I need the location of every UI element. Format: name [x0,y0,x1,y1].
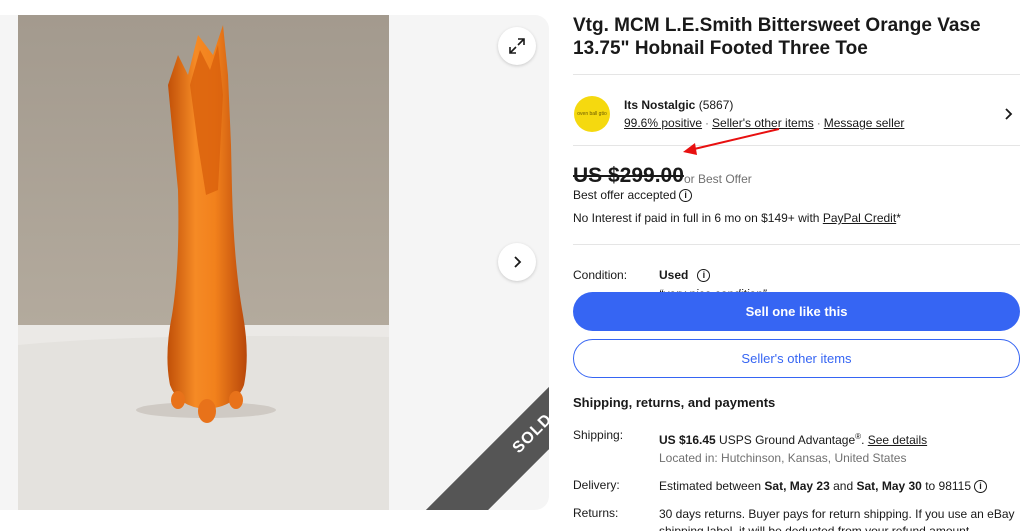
expand-button[interactable] [498,27,536,65]
credit-suffix: * [896,211,901,225]
condition-label: Condition: [573,268,628,282]
paypal-credit-link[interactable]: PayPal Credit [823,211,896,225]
shipping-value: US $16.45 USPS Ground Advantage®. See de… [659,428,1020,449]
price-section: US $299.00 or Best Offer Best offer acce… [573,164,1020,232]
offer-status: Best offer accepted i [573,188,693,202]
sold-ribbon: SOLD [414,315,549,510]
image-gallery: SOLD [0,15,549,510]
info-icon[interactable]: i [679,188,693,202]
shipping-label: Shipping: [573,428,624,442]
divider [573,74,1020,75]
listing-info-panel: Vtg. MCM L.E.Smith Bittersweet Orange Va… [573,0,1020,531]
listing-title: Vtg. MCM L.E.Smith Bittersweet Orange Va… [573,15,981,59]
delivery-end: Sat, May 30 [856,479,922,493]
delivery-label: Delivery: [573,478,620,492]
sellers-other-items-button[interactable]: Seller's other items [573,339,1020,378]
vase-image [18,15,389,510]
seller-chevron-icon[interactable] [1004,107,1014,125]
seller-other-items-link[interactable]: Seller's other items [712,116,814,130]
separator: · [816,116,821,130]
see-details-link[interactable]: See details [868,433,927,447]
seller-card[interactable]: oven ball gtio Its Nostalgic (5867) 99.6… [573,83,1020,145]
condition-value: Used i [659,268,711,282]
separator: · [705,116,710,130]
condition-value-text: Used [659,268,689,282]
seller-links: 99.6% positive · Seller's other items · Mess… [624,116,904,130]
chevron-right-icon [514,256,522,268]
delivery-value: Estimated between Sat, May 23 and Sat, M… [659,478,1020,495]
price: US $299.00 [573,164,684,187]
shipping-service: USPS Ground Advantage [715,433,856,447]
seller-avatar[interactable]: oven ball gtio [574,96,610,132]
shipping-heading: Shipping, returns, and payments [573,395,776,410]
message-seller-link[interactable]: Message seller [824,116,905,130]
delivery-prefix: Estimated between [659,479,765,493]
best-offer-suffix: or Best Offer [684,172,752,186]
info-icon[interactable]: i [974,480,988,493]
seller-avatar-text: oven ball gtio [577,111,607,117]
offer-status-text: Best offer accepted [573,188,677,202]
credit-line: No Interest if paid in full in 6 mo on $… [573,211,901,225]
delivery-zip: to 98115 [921,479,972,493]
item-location: Located in: Hutchinson, Kansas, United S… [659,451,907,465]
shipping-dot: . [861,433,868,447]
delivery-start: Sat, May 23 [764,479,830,493]
shipping-cost: US $16.45 [659,433,716,447]
returns-label: Returns: [573,506,619,520]
seller-feedback-count: (5867) [698,98,734,112]
divider [573,244,1020,245]
seller-positive-link[interactable]: 99.6% positive [624,116,702,130]
credit-prefix: No Interest if paid in full in 6 mo on $… [573,211,823,225]
returns-value: 30 days returns. Buyer pays for return s… [659,507,1015,531]
seller-name[interactable]: Its Nostalgic [624,98,695,112]
expand-icon [509,38,525,54]
next-image-button[interactable] [498,243,536,281]
sell-one-like-this-button[interactable]: Sell one like this [573,292,1020,331]
product-photo[interactable] [18,15,389,510]
info-icon[interactable]: i [697,268,711,282]
seller-name-line: Its Nostalgic (5867) [624,98,733,112]
divider [573,145,1020,146]
delivery-and: and [829,479,857,493]
